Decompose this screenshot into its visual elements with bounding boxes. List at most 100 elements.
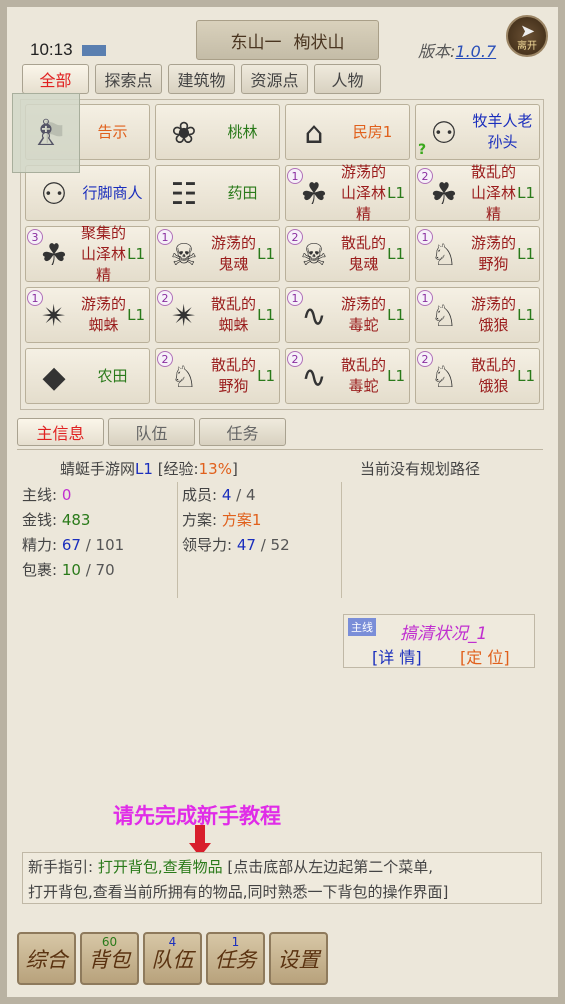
player-exp: 13% xyxy=(198,460,232,478)
leave-button[interactable]: ➤ 离开 xyxy=(506,15,548,57)
stat-plan: 方案: 方案1 xyxy=(182,511,262,529)
location-card[interactable]: ☠ 1 游荡的鬼魂 L1 xyxy=(155,226,280,282)
stats-right: 成员: 4 / 4 方案: 方案1 领导力: 47 / 52 xyxy=(182,482,342,598)
card-label: 散乱的毒蛇 xyxy=(341,356,387,395)
card-level: L1 xyxy=(387,366,405,385)
tab-team[interactable]: 队伍 xyxy=(108,418,195,446)
menu-general-button[interactable]: 综合 xyxy=(17,932,76,985)
count-badge: 2 xyxy=(417,168,433,184)
location-card[interactable]: ♘ 1 游荡的野狗 L1 xyxy=(415,226,540,282)
shepherd-icon: ⚇ xyxy=(430,115,458,151)
count-badge: 2 xyxy=(417,351,433,367)
guide-action: 打开背包,查看物品 xyxy=(97,858,223,876)
count-badge: 1 xyxy=(27,290,43,306)
tab-explore[interactable]: 探索点 xyxy=(95,64,162,94)
card-level: L1 xyxy=(387,183,405,202)
player-level: L1 xyxy=(135,460,153,478)
tab-buildings[interactable]: 建筑物 xyxy=(168,64,235,94)
stat-bag: 包裹: 10 / 70 xyxy=(22,560,115,580)
player-name: 蜻蜓手游网 xyxy=(60,460,136,478)
card-level: L1 xyxy=(127,305,145,324)
menu-bag-button[interactable]: 60 背包 xyxy=(80,932,139,985)
menu-task-button[interactable]: 1 任务 xyxy=(206,932,265,985)
location-card[interactable]: ⚇ 行脚商人 xyxy=(25,165,150,221)
card-level: L1 xyxy=(387,305,405,324)
player-summary: 蜻蜓手游网L1 [经验:13%] xyxy=(60,460,238,478)
stat-money: 金钱: 483 xyxy=(22,510,91,530)
tab-tasks[interactable]: 任务 xyxy=(199,418,286,446)
menu-settings-button[interactable]: 设置 xyxy=(269,932,328,985)
card-level: L1 xyxy=(257,305,275,324)
tab-all[interactable]: 全部 xyxy=(22,64,89,94)
team-count: 4 xyxy=(168,935,177,949)
card-level: L1 xyxy=(517,183,535,202)
card-level: L1 xyxy=(127,244,145,263)
location-card[interactable]: ☘ 1 游荡的山泽林精 L1 xyxy=(285,163,410,223)
location-area: 东山一 xyxy=(230,32,282,53)
card-label: 民房1 xyxy=(352,122,393,141)
stat-mainline: 主线: 0 xyxy=(22,485,72,505)
stats-left: 主线: 0 金钱: 483 精力: 67 / 101 包裹: 10 / 70 xyxy=(22,482,178,598)
card-label: 聚集的山泽林精 xyxy=(81,223,127,284)
version-label: 版本:1.0.7 xyxy=(418,42,497,61)
location-card[interactable]: ☘ 2 散乱的山泽林精 L1 xyxy=(415,163,540,223)
npc-portrait-icon: ♗ xyxy=(12,93,80,173)
category-tabs: 全部 探索点 建筑物 资源点 人物 xyxy=(22,64,381,94)
card-level: L1 xyxy=(517,305,535,324)
tab-resources[interactable]: 资源点 xyxy=(241,64,308,94)
location-card[interactable]: ♘ 2 散乱的野狗 L1 xyxy=(155,348,280,404)
count-badge: 1 xyxy=(287,168,303,184)
herb-field-icon: ☷ xyxy=(170,176,198,212)
card-label: 桃林 xyxy=(227,122,258,141)
battery-icon xyxy=(82,45,106,56)
location-card[interactable]: ◆ 农田 xyxy=(25,348,150,404)
card-level: L1 xyxy=(257,366,275,385)
stat-members: 成员: 4 / 4 xyxy=(182,485,256,505)
tutorial-guide: 新手指引: 打开背包,查看物品 [点击底部从左边起第二个菜单, 打开背包,查看当… xyxy=(22,852,542,904)
count-badge: 1 xyxy=(417,290,433,306)
arrow-down-icon xyxy=(195,825,205,845)
card-label: 散乱的野狗 xyxy=(211,356,257,395)
count-badge: 1 xyxy=(417,229,433,245)
card-label: 行脚商人 xyxy=(82,183,143,202)
location-card[interactable]: ☠ 2 散乱的鬼魂 L1 xyxy=(285,226,410,282)
card-level: L1 xyxy=(257,244,275,263)
version-number: 1.0.7 xyxy=(455,42,497,61)
count-badge: 2 xyxy=(157,290,173,306)
count-badge: 2 xyxy=(157,351,173,367)
location-card[interactable]: ✴ 1 游荡的蜘蛛 L1 xyxy=(25,287,150,343)
stat-energy: 精力: 67 / 101 xyxy=(22,535,125,555)
card-label: 告示 xyxy=(97,122,128,141)
quest-detail-link[interactable]: [详 情] xyxy=(372,644,422,668)
tab-main-info[interactable]: 主信息 xyxy=(17,418,104,446)
quest-locate-link[interactable]: [定 位] xyxy=(460,644,510,668)
location-card[interactable]: ⚇? 牧羊人老孙头 xyxy=(415,104,540,160)
count-badge: 2 xyxy=(287,351,303,367)
house-icon: ⌂ xyxy=(304,115,324,151)
location-card[interactable]: ☷ 药田 xyxy=(155,165,280,221)
card-label: 游荡的山泽林精 xyxy=(341,162,387,223)
location-card[interactable]: ⌂ 民房1 xyxy=(285,104,410,160)
peach-tree-icon: ❀ xyxy=(171,115,197,151)
card-level: L1 xyxy=(387,244,405,263)
quest-card: 主线 搞清状况_1 [详 情] [定 位] xyxy=(343,614,535,668)
card-label: 牧羊人老孙头 xyxy=(472,112,533,151)
merchant-icon: ⚇ xyxy=(40,176,68,212)
location-mountain: 栒状山 xyxy=(293,32,345,53)
location-card[interactable]: ♘ 2 散乱的饿狼 L1 xyxy=(415,348,540,404)
card-label: 游荡的鬼魂 xyxy=(211,234,257,273)
card-level: L1 xyxy=(517,244,535,263)
card-label: 散乱的饿狼 xyxy=(471,356,517,395)
card-label: 散乱的鬼魂 xyxy=(341,234,387,273)
location-card[interactable]: ✴ 2 散乱的蜘蛛 L1 xyxy=(155,287,280,343)
location-card[interactable]: ❀ 桃林 xyxy=(155,104,280,160)
location-card[interactable]: ☘ 3 聚集的山泽林精 L1 xyxy=(25,224,150,284)
count-badge: 3 xyxy=(27,229,43,245)
location-grid: ⚑告示❀桃林⌂民房1⚇?牧羊人老孙头⚇行脚商人☷药田☘1游荡的山泽林精L1☘2散… xyxy=(20,99,544,410)
location-card[interactable]: ∿ 1 游荡的毒蛇 L1 xyxy=(285,287,410,343)
tab-people[interactable]: 人物 xyxy=(314,64,381,94)
location-card[interactable]: ♘ 1 游荡的饿狼 L1 xyxy=(415,287,540,343)
menu-team-button[interactable]: 4 队伍 xyxy=(143,932,202,985)
location-card[interactable]: ∿ 2 散乱的毒蛇 L1 xyxy=(285,348,410,404)
count-badge: 1 xyxy=(287,290,303,306)
